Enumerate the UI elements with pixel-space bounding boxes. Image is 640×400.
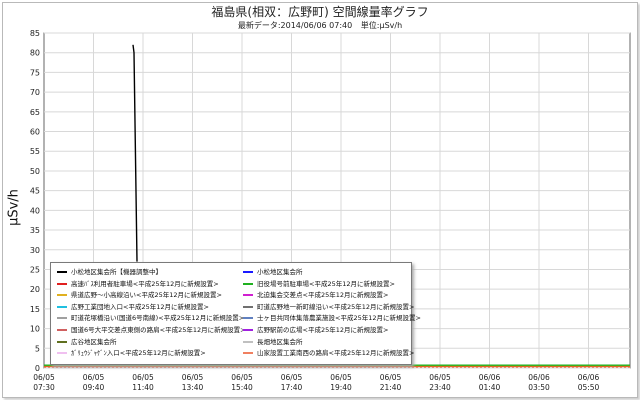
legend-entry: 広谷地区集会所 xyxy=(57,338,117,347)
legend-swatch xyxy=(57,282,67,285)
x-tick-date: 06/05 xyxy=(231,373,253,382)
legend-label: 国道6号大平交差点東側の路肩<平成25年12月に新規設置> xyxy=(71,326,246,334)
x-tick-time: 05:50 xyxy=(578,383,600,392)
x-tick-time: 23:40 xyxy=(429,383,451,392)
legend-entry: 町道花塚橋沿い(国道6号南線)<平成25年12月に新規設置> xyxy=(57,314,244,323)
legend-swatch xyxy=(57,340,67,343)
y-tick-label: 70 xyxy=(30,88,40,97)
y-tick-label: 85 xyxy=(30,29,40,38)
legend-swatch xyxy=(243,282,253,285)
legend-swatch xyxy=(57,317,67,320)
x-tick-time: 19:40 xyxy=(330,383,352,392)
legend-label: 士ヶ目共同体集落農業施設<平成25年12月に新規設置> xyxy=(257,314,421,323)
legend-swatch xyxy=(243,340,253,343)
y-tick-label: 10 xyxy=(30,325,40,334)
legend-swatch xyxy=(57,271,67,273)
x-tick-time: 17:40 xyxy=(281,383,303,392)
y-tick-label: 45 xyxy=(30,187,40,196)
y-tick-label: 40 xyxy=(30,206,40,215)
y-tick-label: 15 xyxy=(30,305,40,314)
legend-entry: 高速ﾊﾞｽ利用者駐車場<平成25年12月に新規設置> xyxy=(57,280,219,289)
legend-label: 小松地区集会所【機器調整中】 xyxy=(71,268,162,276)
legend-label: 町道広野地一新町線沿い<平成25年12月に新規設置> xyxy=(257,302,415,311)
legend-entry: 広野工業団地入口<平成25年12月に新規設置> xyxy=(57,303,209,312)
legend-entry: 旧役場号前駐車場<平成25年12月に新規設置> xyxy=(243,280,395,289)
legend-label: 高速ﾊﾞｽ利用者駐車場<平成25年12月に新規設置> xyxy=(71,279,219,288)
legend-entry: 山家設置工業南西の路肩<平成25年12月に新規設置> xyxy=(243,349,414,358)
legend-entry: ｶﾞﾘｭｳｼﾞｬｹﾞﾝ入口<平成25年12月に新規設置> xyxy=(57,349,206,358)
legend-entry: 小松地区集会所 xyxy=(243,268,303,277)
legend-label: 北迫集会交差点<平成25年12月に新規設置> xyxy=(257,291,389,300)
x-tick-date: 06/05 xyxy=(429,373,451,382)
x-tick-time: 01:40 xyxy=(479,383,501,392)
legend-label: 旧役場号前駐車場<平成25年12月に新規設置> xyxy=(257,279,395,288)
legend-entry: 県道広野～小高線沿い<平成25年12月に新規設置> xyxy=(57,291,222,300)
y-tick-label: 25 xyxy=(30,265,40,274)
legend-label: 県道広野～小高線沿い<平成25年12月に新規設置> xyxy=(71,291,222,300)
legend-entry: 小松地区集会所【機器調整中】 xyxy=(57,268,162,277)
y-tick-label: 50 xyxy=(30,167,40,176)
legend-label: 山家設置工業南西の路肩<平成25年12月に新規設置> xyxy=(257,349,415,358)
x-tick-date: 06/05 xyxy=(182,373,204,382)
chart-legend: 小松地区集会所【機器調整中】 小松地区集会所高速ﾊﾞｽ利用者駐車場<平成25年12… xyxy=(50,262,421,365)
legend-entry: 広野駅前の広場<平成25年12月に新規設置> xyxy=(243,326,388,335)
x-tick-time: 07:30 xyxy=(33,383,55,392)
x-tick-date: 06/06 xyxy=(479,373,501,382)
legend-swatch xyxy=(57,305,67,308)
x-tick-date: 06/05 xyxy=(33,373,55,382)
y-tick-label: 55 xyxy=(30,147,40,156)
legend-label: 小松地区集会所 xyxy=(257,268,303,276)
x-tick-date: 06/05 xyxy=(330,373,352,382)
y-tick-label: 80 xyxy=(30,49,40,58)
legend-entry: 北迫集会交差点<平成25年12月に新規設置> xyxy=(243,291,388,300)
x-tick-time: 11:40 xyxy=(132,383,154,392)
x-tick-date: 06/06 xyxy=(528,373,550,382)
legend-swatch xyxy=(57,294,67,297)
y-tick-label: 65 xyxy=(30,108,40,117)
legend-swatch xyxy=(243,294,253,297)
x-tick-time: 13:40 xyxy=(182,383,204,392)
x-tick-date: 06/05 xyxy=(281,373,303,382)
legend-label: 町道花塚橋沿い(国道6号南線)<平成25年12月に新規設置> xyxy=(71,314,245,323)
legend-label: 広谷地区集会所 xyxy=(71,337,117,346)
x-tick-date: 06/05 xyxy=(132,373,154,382)
x-tick-date: 06/05 xyxy=(83,373,105,382)
y-tick-label: 20 xyxy=(30,285,40,294)
legend-label: ｶﾞﾘｭｳｼﾞｬｹﾞﾝ入口<平成25年12月に新規設置> xyxy=(71,349,206,358)
legend-swatch xyxy=(243,352,253,355)
y-tick-label: 35 xyxy=(30,226,40,235)
legend-entry: 国道6号大平交差点東側の路肩<平成25年12月に新規設置> xyxy=(57,326,246,335)
legend-label: 長畑地区集会所 xyxy=(257,337,303,346)
x-tick-date: 06/06 xyxy=(578,373,600,382)
y-tick-label: 75 xyxy=(30,68,40,77)
x-tick-time: 15:40 xyxy=(231,383,253,392)
legend-swatch xyxy=(57,352,67,355)
y-tick-label: 60 xyxy=(30,128,40,137)
legend-entry: 士ヶ目共同体集落農業施設<平成25年12月に新規設置> xyxy=(243,314,421,323)
y-tick-label: 0 xyxy=(35,364,40,373)
legend-swatch xyxy=(243,305,253,308)
legend-label: 広野工業団地入口<平成25年12月に新規設置> xyxy=(71,302,209,311)
legend-entry: 長畑地区集会所 xyxy=(243,338,303,347)
x-tick-time: 03:50 xyxy=(528,383,550,392)
x-tick-date: 06/05 xyxy=(380,373,402,382)
x-tick-time: 09:40 xyxy=(83,383,105,392)
y-tick-label: 30 xyxy=(30,246,40,255)
legend-swatch xyxy=(57,329,67,331)
legend-swatch xyxy=(243,329,253,331)
legend-swatch xyxy=(243,271,253,273)
legend-label: 広野駅前の広場<平成25年12月に新規設置> xyxy=(257,326,389,334)
legend-entry: 町道広野地一新町線沿い<平成25年12月に新規設置> xyxy=(243,303,414,312)
legend-swatch xyxy=(243,317,253,320)
y-tick-label: 5 xyxy=(35,344,40,353)
x-tick-time: 21:40 xyxy=(380,383,402,392)
